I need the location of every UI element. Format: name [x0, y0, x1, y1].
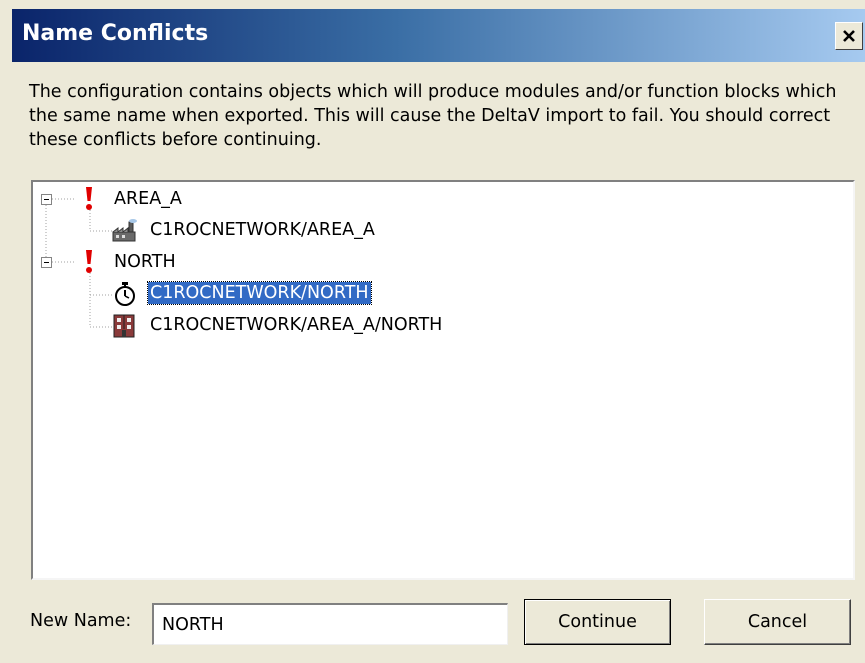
tree-node-area-a[interactable]: AREA_A	[112, 188, 184, 210]
continue-button[interactable]: Continue	[524, 599, 671, 645]
tree-node-north[interactable]: NORTH	[112, 251, 178, 273]
factory-icon	[112, 219, 137, 242]
conflict-message: The configuration contains objects which…	[29, 82, 837, 150]
title-bar[interactable]: Name Conflicts	[12, 9, 865, 62]
stopwatch-icon	[115, 282, 135, 306]
conflict-tree[interactable]: AREA_A C1ROCNETWORK/AREA_A NORTH C1ROCNE…	[31, 180, 855, 580]
building-icon	[113, 314, 135, 338]
close-icon	[843, 30, 855, 42]
new-name-input[interactable]	[152, 603, 508, 645]
tree-node-c1rocnetwork-area-a[interactable]: C1ROCNETWORK/AREA_A	[148, 219, 377, 241]
new-name-label: New Name:	[30, 611, 132, 631]
tree-node-c1rocnetwork-area-a-north[interactable]: C1ROCNETWORK/AREA_A/NORTH	[148, 314, 444, 336]
collapse-toggle-area-a[interactable]	[41, 194, 52, 205]
close-button[interactable]	[835, 22, 863, 50]
collapse-toggle-north[interactable]	[41, 257, 52, 268]
tree-node-c1rocnetwork-north[interactable]: C1ROCNETWORK/NORTH	[147, 281, 372, 305]
name-conflicts-dialog: Name Conflicts The configuration contain…	[0, 0, 865, 663]
warning-exclamation-icon	[86, 187, 92, 210]
tree-connector-lines	[45, 198, 112, 328]
dialog-title: Name Conflicts	[22, 21, 209, 46]
cancel-button[interactable]: Cancel	[704, 599, 851, 645]
warning-exclamation-icon	[86, 250, 92, 273]
